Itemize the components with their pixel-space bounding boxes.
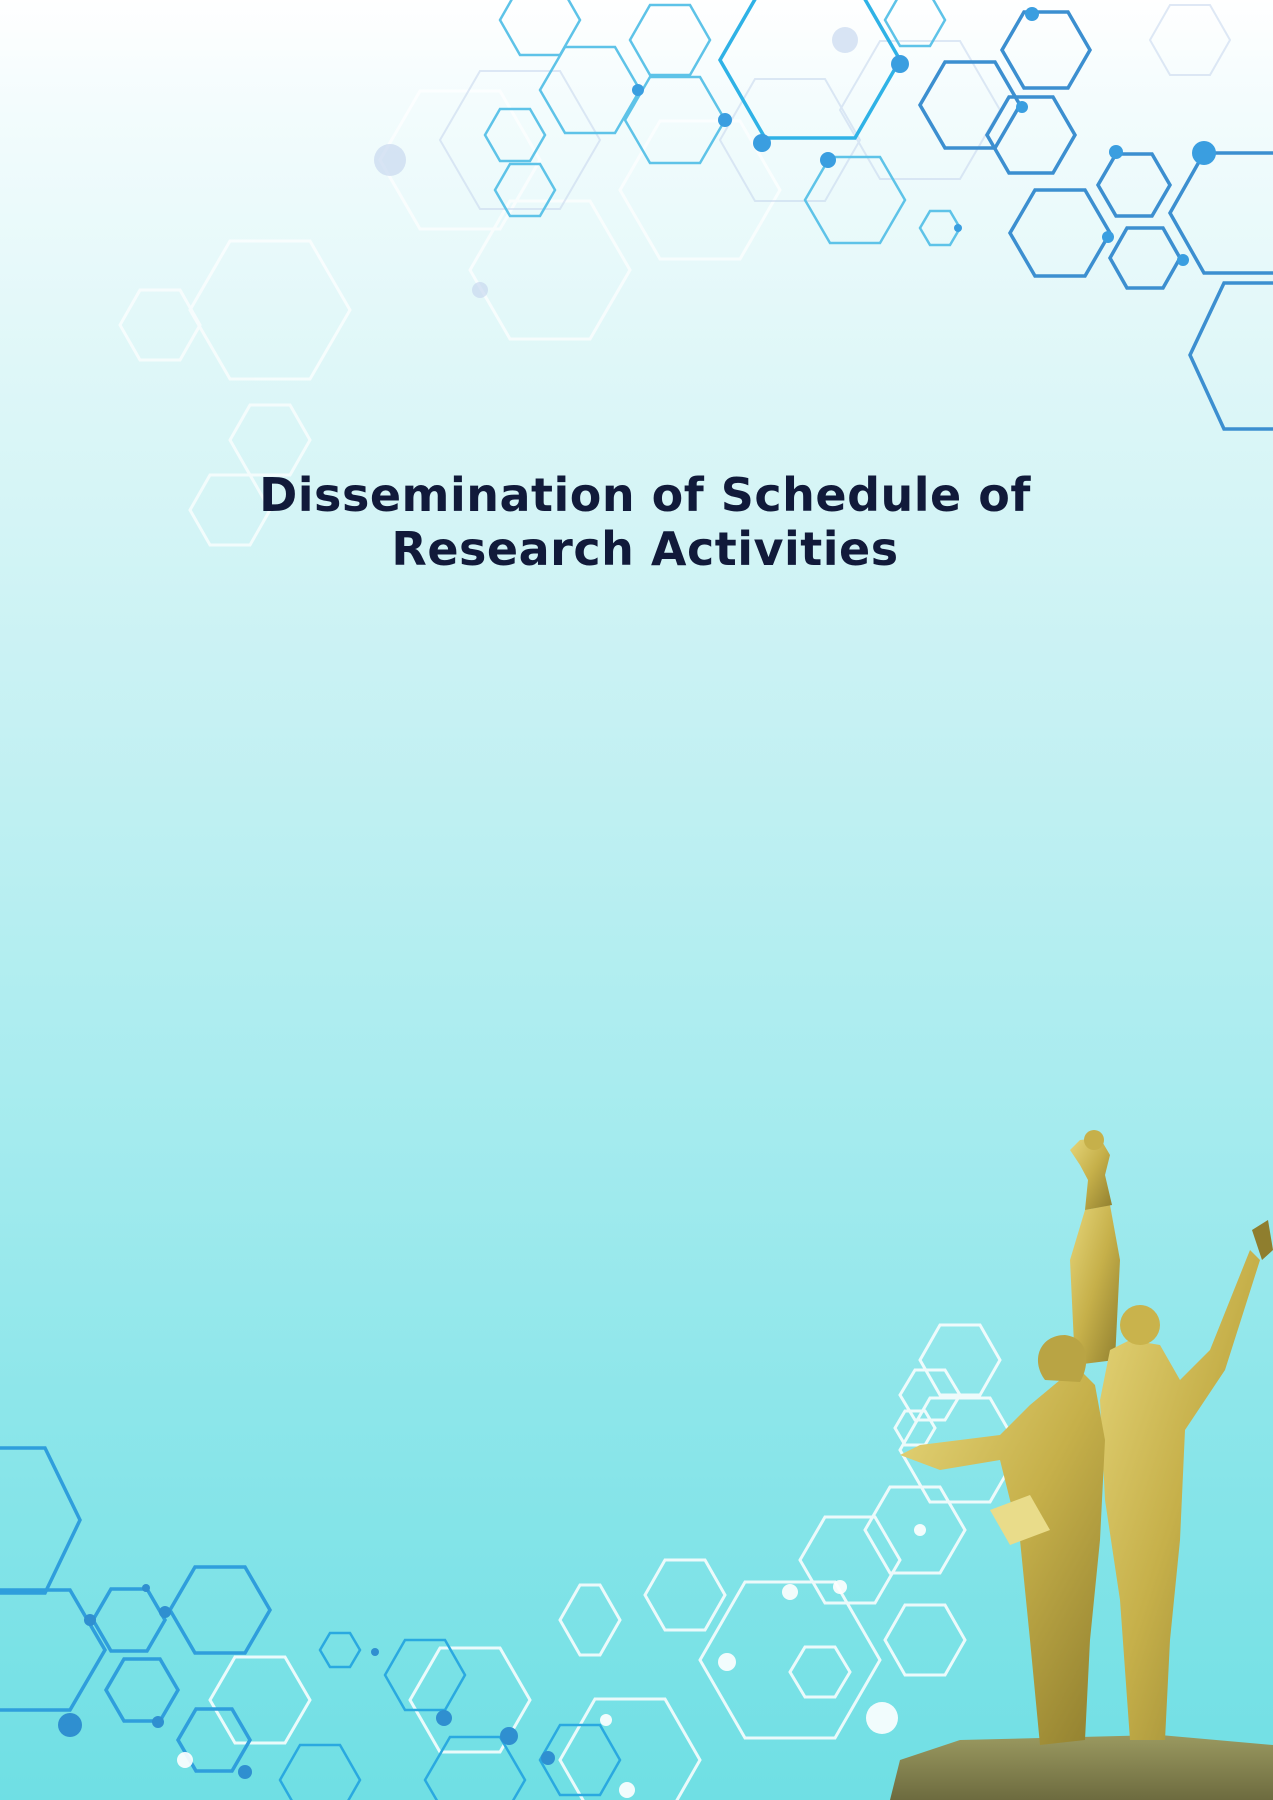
title-line-2: Research Activities bbox=[391, 522, 899, 576]
title-line-1: Dissemination of Schedule of bbox=[259, 468, 1031, 522]
page-title: Dissemination of Schedule of Research Ac… bbox=[200, 468, 1090, 576]
cover-page: Dissemination of Schedule of Research Ac… bbox=[0, 0, 1273, 1800]
golden-monument-statue bbox=[890, 1130, 1273, 1800]
